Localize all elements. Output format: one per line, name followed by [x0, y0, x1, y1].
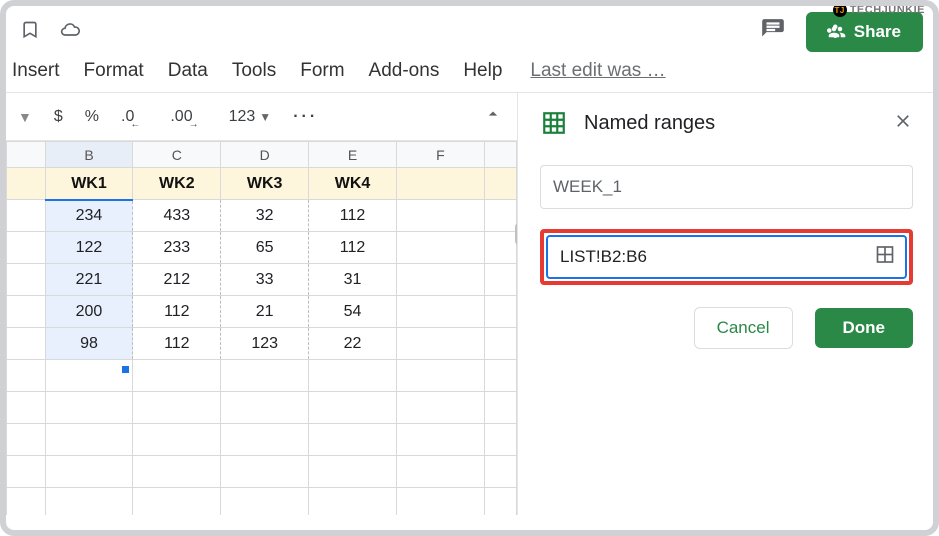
cell[interactable]: WK1 [45, 168, 133, 200]
comments-icon[interactable] [760, 17, 786, 48]
menu-addons[interactable]: Add-ons [369, 60, 440, 82]
cell[interactable]: 112 [133, 296, 221, 328]
cell[interactable]: 200 [45, 296, 133, 328]
cell[interactable]: 22 [309, 328, 397, 360]
cell[interactable] [396, 264, 484, 296]
menubar: Insert Format Data Tools Form Add-ons He… [6, 54, 933, 93]
named-ranges-icon [540, 109, 568, 137]
cancel-button[interactable]: Cancel [694, 307, 793, 349]
cell[interactable] [396, 296, 484, 328]
share-button[interactable]: Share [806, 12, 923, 52]
cell[interactable] [396, 168, 484, 200]
format-currency[interactable]: $ [52, 108, 65, 126]
cell[interactable]: 433 [133, 200, 221, 232]
cell[interactable]: 65 [221, 232, 309, 264]
cell[interactable]: 234 [45, 200, 133, 232]
col-header-D[interactable]: D [221, 142, 309, 168]
menu-help[interactable]: Help [463, 60, 502, 82]
cell[interactable] [396, 200, 484, 232]
star-icon[interactable] [20, 20, 40, 45]
range-ref-input[interactable] [546, 235, 907, 279]
cell[interactable]: 54 [309, 296, 397, 328]
cell[interactable]: 123 [221, 328, 309, 360]
close-icon[interactable] [893, 111, 913, 136]
cell[interactable]: 33 [221, 264, 309, 296]
cell[interactable]: 98 [45, 328, 133, 360]
cell[interactable]: 32 [221, 200, 309, 232]
col-header-F[interactable]: F [396, 142, 484, 168]
range-name-input[interactable] [540, 165, 913, 209]
col-header-E[interactable]: E [309, 142, 397, 168]
column-header-row[interactable]: B C D E F [7, 142, 517, 168]
menu-tools[interactable]: Tools [232, 60, 276, 82]
toolbar-overflow[interactable]: ··· [291, 108, 320, 126]
col-header-C[interactable]: C [133, 142, 221, 168]
cell[interactable]: WK2 [133, 168, 221, 200]
menu-format[interactable]: Format [84, 60, 144, 82]
cell[interactable]: 233 [133, 232, 221, 264]
titlebar: Share [6, 6, 933, 54]
collapse-toolbar-icon[interactable] [483, 104, 503, 129]
menu-form[interactable]: Form [300, 60, 344, 82]
watermark: TJ TECHJUNKIE [833, 3, 925, 17]
spreadsheet[interactable]: B C D E F WK1 WK2 WK3 [6, 141, 517, 515]
cell[interactable] [396, 232, 484, 264]
cell[interactable]: 31 [309, 264, 397, 296]
menu-data[interactable]: Data [168, 60, 208, 82]
cell[interactable]: 112 [309, 200, 397, 232]
named-ranges-panel: Named ranges Cancel Done [517, 93, 933, 515]
cell[interactable]: 122 [45, 232, 133, 264]
decrease-decimals[interactable]: .0← [119, 108, 150, 126]
col-header-G[interactable] [484, 142, 516, 168]
cell[interactable]: 112 [133, 328, 221, 360]
cell[interactable]: 112 [309, 232, 397, 264]
panel-title: Named ranges [584, 112, 877, 135]
toolbar: ▼ $ % .0← .00→ 123▼ ··· [6, 93, 517, 141]
last-edit-link[interactable]: Last edit was … [530, 60, 665, 82]
format-percent[interactable]: % [83, 108, 101, 126]
share-label: Share [854, 22, 901, 42]
zoom-dropdown[interactable]: ▼ [16, 109, 34, 125]
cloud-status-icon[interactable] [58, 20, 82, 45]
col-header-B[interactable]: B [45, 142, 133, 168]
increase-decimals[interactable]: .00→ [168, 108, 208, 126]
more-formats-dropdown[interactable]: 123▼ [227, 108, 274, 126]
cell[interactable] [396, 328, 484, 360]
menu-insert[interactable]: Insert [12, 60, 60, 82]
select-range-icon[interactable] [875, 245, 895, 270]
cell[interactable]: WK4 [309, 168, 397, 200]
done-button[interactable]: Done [815, 308, 914, 348]
cell[interactable]: 221 [45, 264, 133, 296]
cell[interactable]: 21 [221, 296, 309, 328]
cell[interactable]: 212 [133, 264, 221, 296]
selection-handle[interactable] [121, 365, 130, 374]
cell[interactable]: WK3 [221, 168, 309, 200]
